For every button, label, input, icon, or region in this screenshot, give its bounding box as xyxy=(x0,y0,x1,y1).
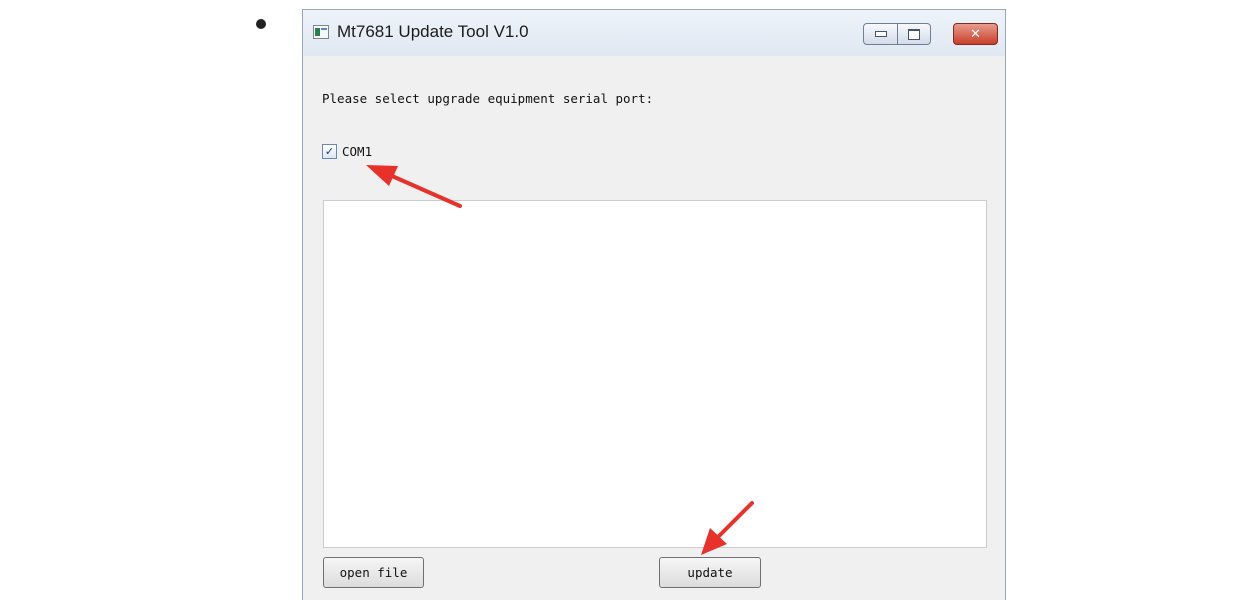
com1-checkbox[interactable]: ✓ xyxy=(322,144,337,159)
title-bar[interactable]: Mt7681 Update Tool V1.0 ✕ xyxy=(303,10,1005,56)
window-title: Mt7681 Update Tool V1.0 xyxy=(337,22,529,41)
minimize-icon xyxy=(874,31,887,37)
close-button[interactable]: ✕ xyxy=(953,23,998,45)
maximize-button[interactable] xyxy=(897,23,931,45)
update-tool-window: Mt7681 Update Tool V1.0 ✕ Please select … xyxy=(302,9,1006,600)
log-output-box[interactable] xyxy=(323,200,987,548)
update-button[interactable]: update xyxy=(659,557,761,588)
open-file-button[interactable]: open file xyxy=(323,557,424,588)
minimize-button[interactable] xyxy=(863,23,898,45)
serial-port-prompt: Please select upgrade equipment serial p… xyxy=(322,91,654,106)
close-icon: ✕ xyxy=(970,26,981,42)
app-window-icon xyxy=(313,25,329,39)
list-bullet xyxy=(256,19,266,29)
maximize-icon xyxy=(908,28,920,40)
port-option-com1[interactable]: ✓ COM1 xyxy=(322,144,372,159)
com1-label[interactable]: COM1 xyxy=(342,144,372,159)
